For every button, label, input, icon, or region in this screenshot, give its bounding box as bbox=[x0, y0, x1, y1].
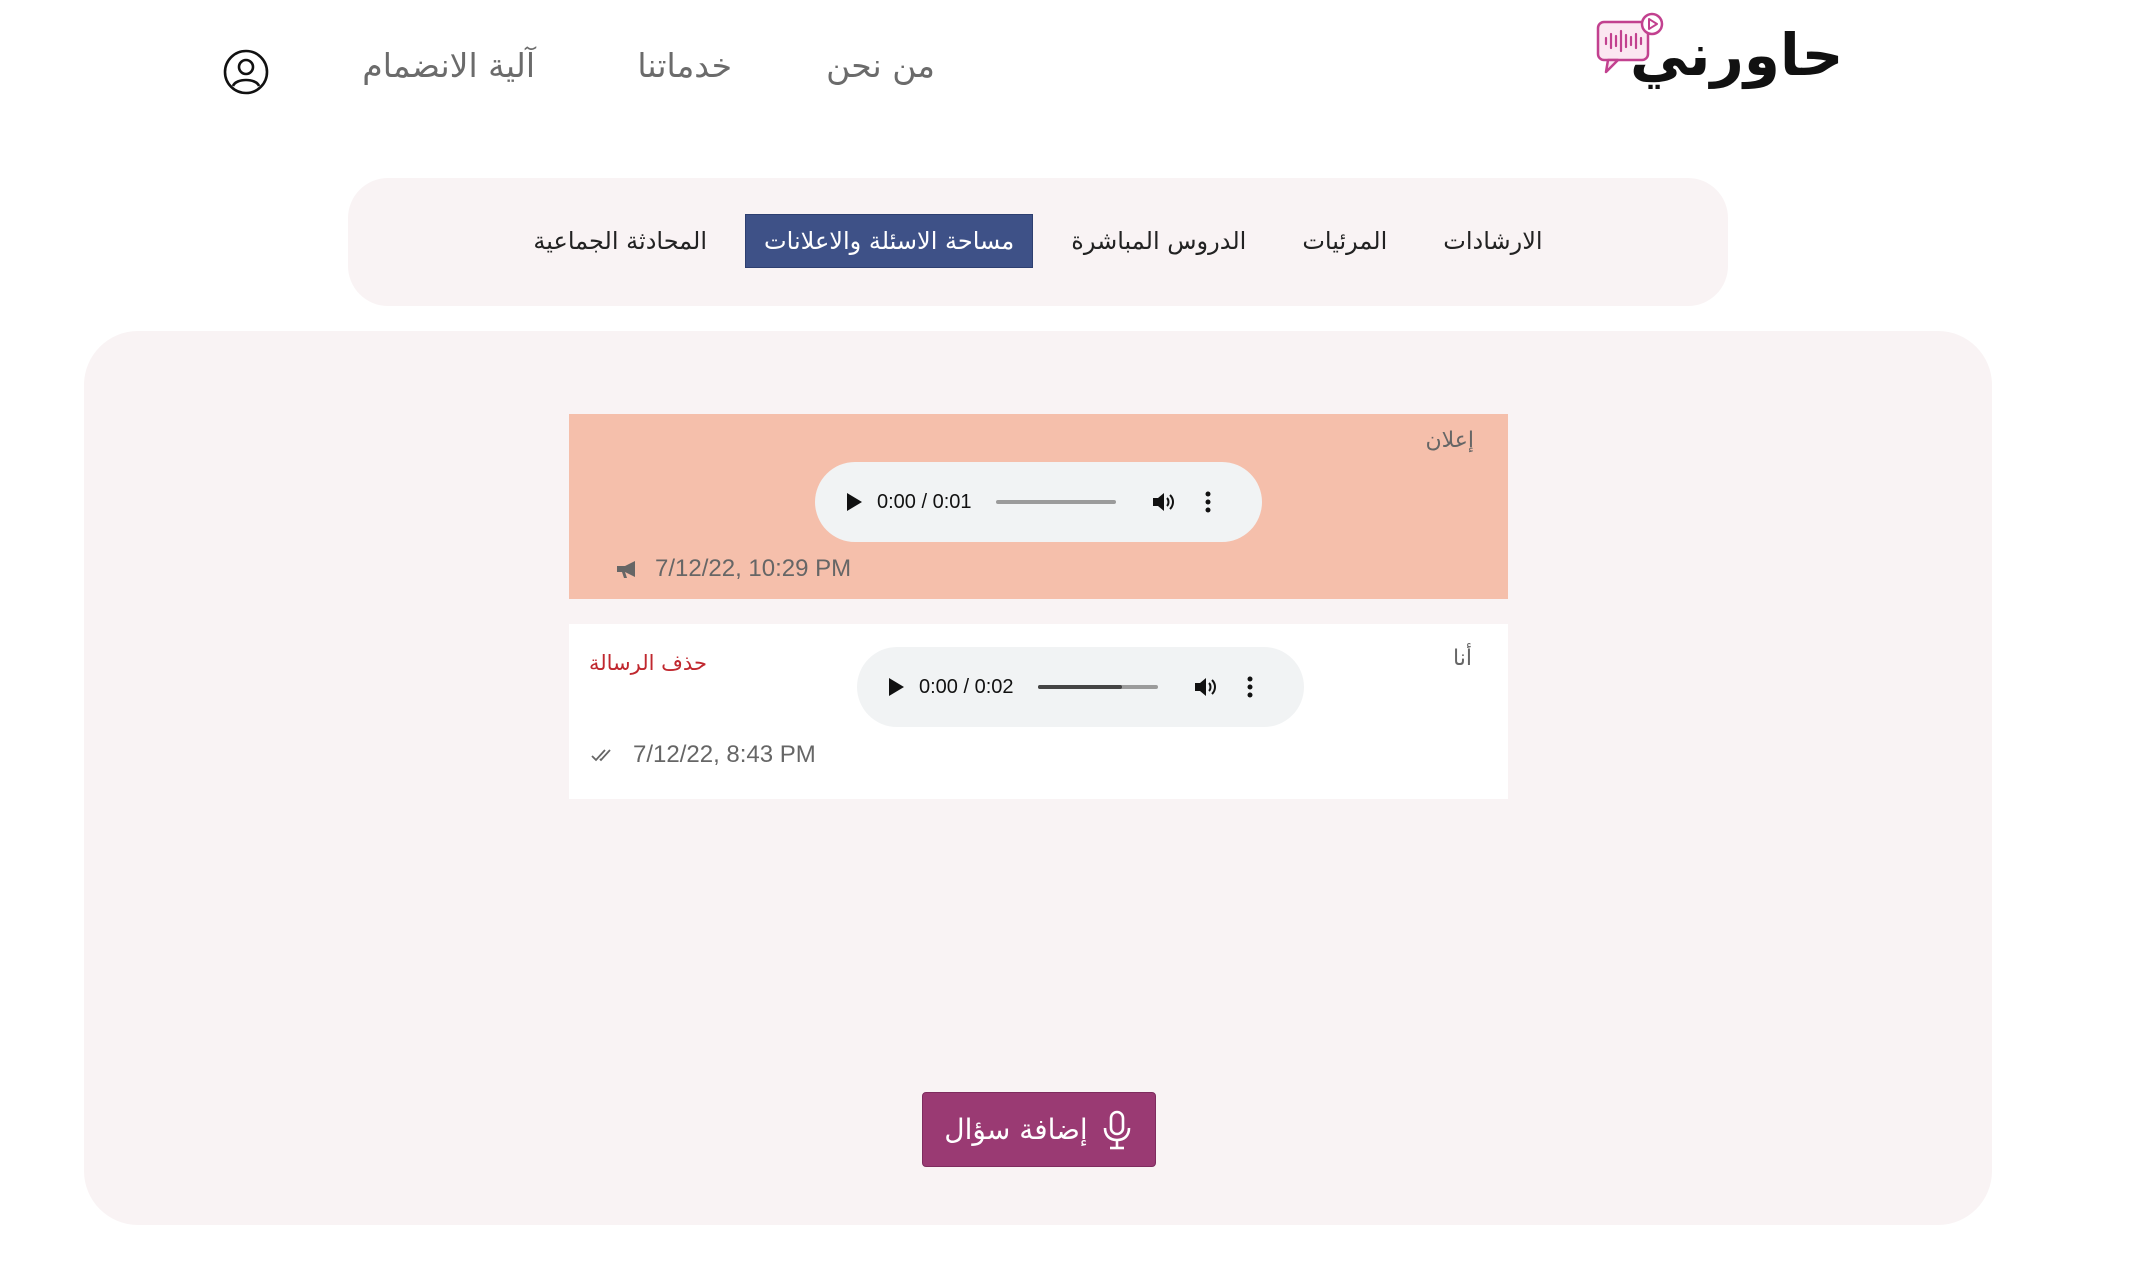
nav-about[interactable]: من نحن bbox=[826, 46, 935, 86]
play-icon[interactable] bbox=[841, 489, 867, 515]
volume-icon[interactable] bbox=[1192, 673, 1220, 701]
more-options-icon[interactable] bbox=[1198, 488, 1218, 516]
message-timestamp: 7/12/22, 10:29 PM bbox=[655, 555, 852, 582]
tab-guidance[interactable]: الارشادات bbox=[1425, 215, 1560, 267]
site-header: حاورني من نحن خدماتنا آلية الانضمام bbox=[0, 0, 2140, 150]
tab-videos[interactable]: المرئيات bbox=[1284, 215, 1405, 267]
tab-live-lessons[interactable]: الدروس المباشرة bbox=[1053, 215, 1264, 267]
megaphone-icon bbox=[617, 561, 635, 578]
audio-player: 0:00 / 0:01 bbox=[815, 462, 1262, 542]
tab-questions-announcements[interactable]: مساحة الاسئلة والاعلانات bbox=[745, 214, 1034, 268]
user-circle-icon[interactable] bbox=[222, 48, 270, 96]
add-question-label: إضافة سؤال bbox=[944, 1113, 1088, 1146]
nav-join[interactable]: آلية الانضمام bbox=[362, 46, 535, 86]
message-meta: 7/12/22, 8:43 PM bbox=[591, 741, 816, 769]
audio-progress-slider[interactable] bbox=[1037, 685, 1158, 689]
audio-time: 0:00 / 0:01 bbox=[877, 490, 972, 513]
double-check-icon bbox=[591, 749, 611, 762]
add-question-button[interactable]: إضافة سؤال bbox=[922, 1092, 1156, 1167]
tab-group-chat[interactable]: المحادثة الجماعية bbox=[515, 215, 725, 267]
audio-progress-fill bbox=[1037, 685, 1122, 689]
message-sender: أنا bbox=[1453, 646, 1472, 671]
announcement-message: إعلان 0:00 / 0:01 7/12/22, 10:29 PM bbox=[569, 414, 1508, 599]
audio-progress-slider[interactable] bbox=[995, 500, 1116, 504]
tab-list: المحادثة الجماعية مساحة الاسئلة والاعلان… bbox=[348, 214, 1728, 268]
delete-message-link[interactable]: حذف الرسالة bbox=[589, 651, 707, 675]
my-message: أنا حذف الرسالة 0:00 / 0:02 7/12/22, 8:4… bbox=[569, 624, 1508, 799]
volume-icon[interactable] bbox=[1150, 488, 1178, 516]
nav-services[interactable]: خدماتنا bbox=[637, 46, 732, 86]
message-sender: إعلان bbox=[1425, 428, 1474, 453]
message-meta: 7/12/22, 10:29 PM bbox=[615, 555, 851, 583]
logo-text: حاورني bbox=[1630, 21, 1844, 89]
audio-player: 0:00 / 0:02 bbox=[857, 647, 1304, 727]
audio-time: 0:00 / 0:02 bbox=[919, 675, 1014, 698]
message-timestamp: 7/12/22, 8:43 PM bbox=[633, 741, 816, 768]
more-options-icon[interactable] bbox=[1240, 673, 1260, 701]
site-logo[interactable]: حاورني bbox=[1590, 8, 1843, 118]
play-icon[interactable] bbox=[883, 674, 909, 700]
tabs-bar: المحادثة الجماعية مساحة الاسئلة والاعلان… bbox=[348, 178, 1728, 306]
microphone-icon bbox=[1100, 1109, 1134, 1151]
